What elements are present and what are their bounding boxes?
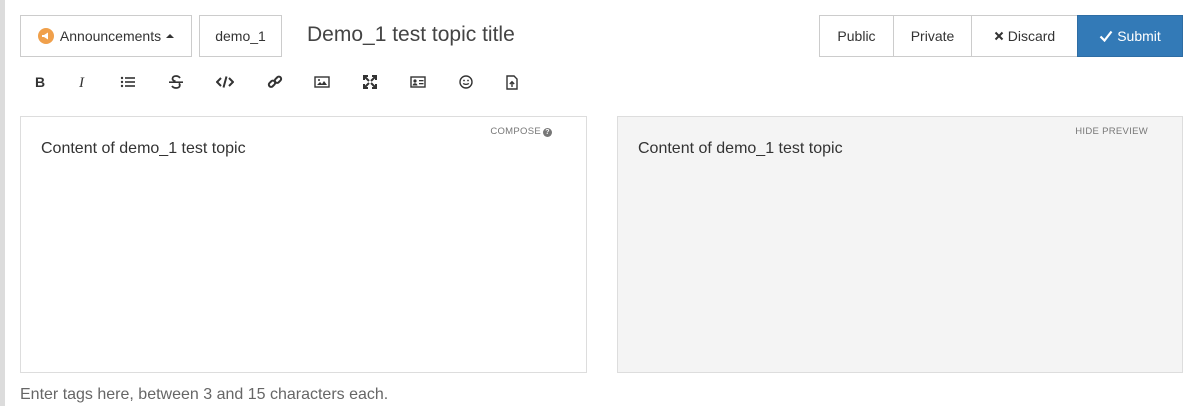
emoji-icon[interactable] [453, 70, 479, 94]
tag-button[interactable]: demo_1 [199, 15, 282, 57]
list-icon[interactable] [115, 70, 141, 94]
link-icon[interactable] [262, 70, 288, 94]
category-dropdown[interactable]: Announcements [20, 15, 192, 57]
check-icon [1099, 30, 1113, 42]
discard-button[interactable]: Discard [971, 15, 1078, 57]
italic-icon[interactable]: I [70, 70, 96, 94]
preview-pane: HIDE PREVIEW Content of demo_1 test topi… [617, 116, 1183, 373]
caret-up-icon [166, 34, 175, 38]
svg-text:B: B [35, 75, 45, 89]
discard-label: Discard [1007, 28, 1056, 44]
help-icon: ? [543, 128, 552, 137]
compose-label: COMPOSE [490, 126, 541, 137]
submit-button[interactable]: Submit [1077, 15, 1183, 57]
public-button[interactable]: Public [819, 15, 894, 57]
megaphone-icon [37, 28, 54, 44]
file-upload-icon[interactable] [499, 70, 525, 94]
composer-content: Content of demo_1 test topic [41, 140, 246, 157]
strikethrough-icon[interactable] [163, 70, 189, 94]
bold-icon[interactable]: B [27, 70, 53, 94]
tags-input[interactable]: Enter tags here, between 3 and 15 charac… [20, 386, 388, 404]
category-label: Announcements [59, 28, 162, 44]
code-icon[interactable] [212, 70, 238, 94]
profile-card-icon[interactable] [405, 70, 431, 94]
close-icon [994, 31, 1004, 41]
svg-text:I: I [78, 75, 85, 89]
hide-preview-toggle[interactable]: HIDE PREVIEW [1075, 126, 1148, 137]
topic-title[interactable]: Demo_1 test topic title [307, 23, 515, 47]
preview-content: Content of demo_1 test topic [638, 140, 843, 157]
private-button[interactable]: Private [893, 15, 972, 57]
left-edge-divider [0, 0, 5, 406]
image-icon[interactable] [309, 70, 335, 94]
compose-help[interactable]: COMPOSE? [490, 126, 552, 137]
fullscreen-icon[interactable] [357, 70, 383, 94]
composer-textarea[interactable]: COMPOSE? Content of demo_1 test topic [20, 116, 587, 373]
submit-label: Submit [1117, 28, 1161, 44]
